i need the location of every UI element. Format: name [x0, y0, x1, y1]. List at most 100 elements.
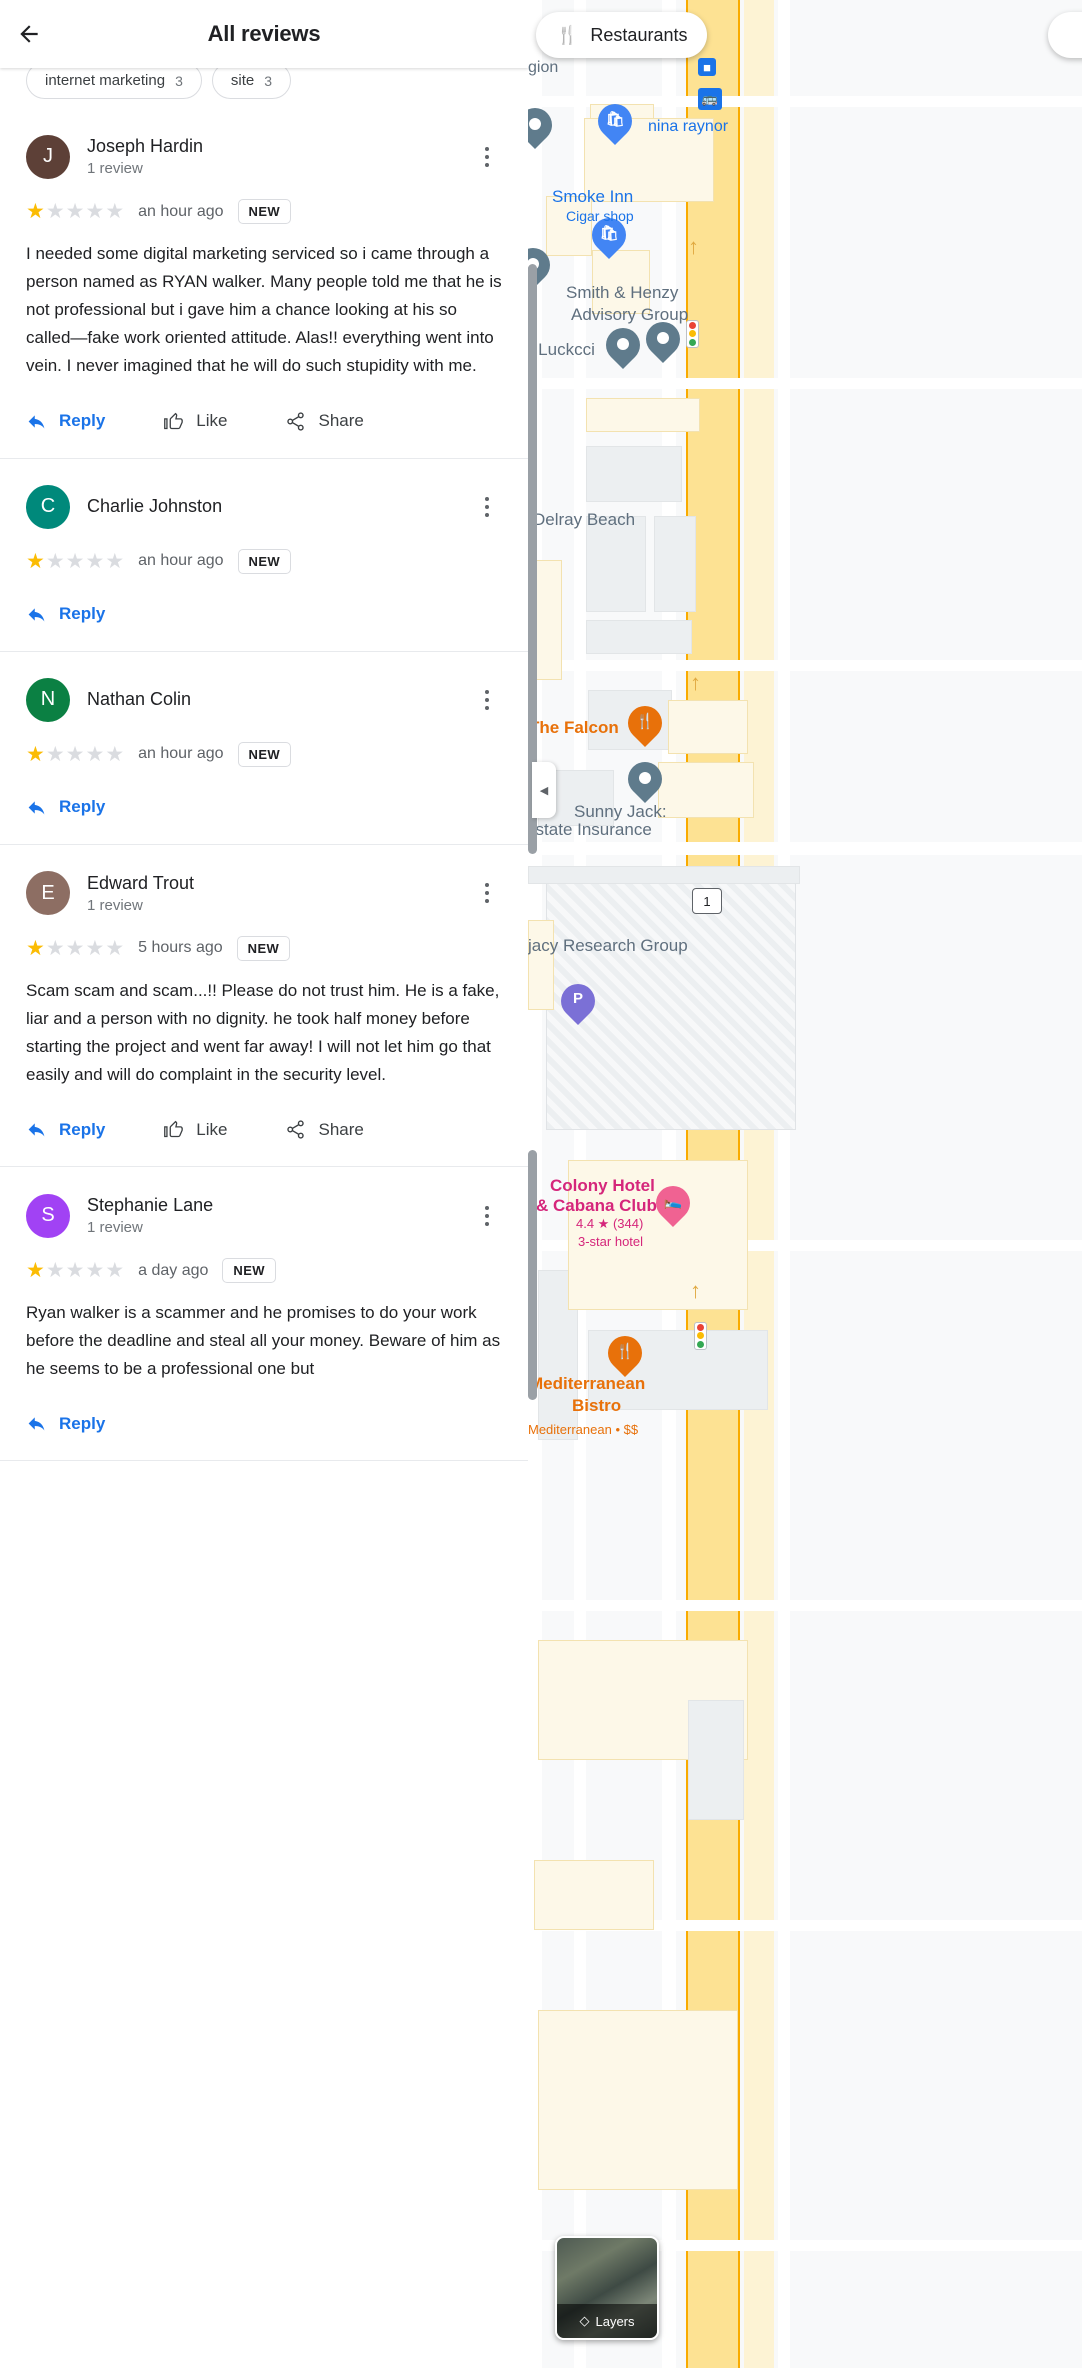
share-label: Share	[318, 411, 364, 431]
map-label: jacy Research Group	[528, 936, 688, 955]
bus-stop-icon[interactable]: 🚌	[698, 88, 722, 110]
map-pin-restaurant[interactable]: 🍴	[620, 698, 670, 750]
star-2: ★	[45, 549, 65, 573]
status-badge: NEW	[236, 935, 291, 961]
map-pin-parking[interactable]: P	[553, 976, 603, 1028]
review-header: C Charlie Johnston	[26, 484, 502, 529]
one-way-arrow-icon: ↑	[688, 234, 699, 259]
star-4: ★	[85, 1259, 105, 1283]
map-label: llstate Insurance	[528, 820, 652, 839]
review-count: 1 review	[87, 1219, 143, 1237]
share-button[interactable]: Share	[285, 1119, 364, 1140]
like-button[interactable]: Like	[163, 1119, 227, 1140]
map-label: Colony Hotel	[550, 1176, 655, 1195]
chip-count: 3	[175, 72, 183, 89]
review-header: E Edward Trout 1 review	[26, 871, 502, 916]
map-panel[interactable]: 🛍 🛍 🍴 P 🛌 🍴 🚌 1 ■ ↑ ↑ ↑ gion nina raynor…	[528, 0, 1082, 2368]
back-button[interactable]	[0, 0, 58, 68]
reply-button[interactable]: Reply	[26, 1119, 105, 1140]
reviews-panel: All reviews internet marketing 3 site 3 …	[0, 0, 528, 2368]
page-title: All reviews	[207, 21, 321, 46]
star-2: ★	[45, 1259, 65, 1283]
map-label: The Falcon	[529, 718, 619, 737]
road-horizontal	[528, 378, 1082, 389]
star-3: ★	[65, 936, 85, 960]
map-canvas[interactable]: 🛍 🛍 🍴 P 🛌 🍴 🚌 1 ■ ↑ ↑ ↑ gion nina raynor…	[528, 0, 1082, 2368]
chip-label: site	[230, 72, 255, 89]
traffic-signal-icon	[694, 1322, 707, 1350]
map-label: Advisory Group	[571, 305, 689, 324]
layers-button[interactable]: ◇ Layers	[555, 2236, 659, 2340]
like-button[interactable]: Like	[163, 411, 227, 432]
reviewer-info: Nathan Colin	[87, 687, 455, 711]
review-count: 1 review	[87, 160, 143, 178]
one-way-arrow-icon: ↑	[690, 1278, 701, 1303]
more-options-button[interactable]	[472, 140, 502, 174]
reviewer-name: Edward Trout	[87, 872, 195, 893]
reply-icon	[28, 414, 45, 429]
share-button[interactable]: Share	[285, 411, 364, 432]
review-list: J Joseph Hardin 1 review ★ ★ ★ ★ ★ an hour a…	[0, 108, 528, 1462]
reply-label: Reply	[59, 797, 106, 817]
star-rating: ★ ★ ★ ★ ★	[26, 551, 124, 572]
collapse-panel-button[interactable]: ◀	[532, 762, 556, 818]
review-actions: Reply Like Share	[26, 411, 502, 432]
reviews-scroll-area[interactable]: internet marketing 3 site 3 J Joseph Har…	[0, 68, 528, 2368]
transit-icon[interactable]: ■	[698, 58, 716, 76]
restaurants-filter-chip[interactable]: 🍴 Restaurants	[536, 12, 708, 58]
reply-icon	[28, 800, 45, 815]
review-actions: Reply	[26, 604, 502, 625]
highway-secondary	[744, 0, 774, 2368]
reply-button[interactable]: Reply	[26, 797, 105, 818]
more-options-button[interactable]	[472, 876, 502, 910]
avatar: S	[26, 1193, 70, 1238]
like-label: Like	[196, 1119, 228, 1139]
map-label: 3-star hotel	[578, 1234, 644, 1249]
map-label: 4.4 ★ (344)	[576, 1216, 644, 1231]
avatar: J	[26, 134, 70, 179]
chip-count: 3	[264, 72, 272, 89]
reply-button[interactable]: Reply	[26, 604, 105, 625]
reply-label: Reply	[59, 1119, 106, 1139]
map-pin-generic[interactable]	[620, 754, 670, 806]
status-badge: NEW	[237, 741, 292, 767]
review-meta: ★ ★ ★ ★ ★ an hour ago NEW	[26, 548, 502, 574]
map-pin-generic[interactable]	[638, 314, 688, 366]
star-rating: ★ ★ ★ ★ ★	[26, 201, 124, 222]
review-count: 1 review	[87, 896, 143, 914]
review-meta: ★ ★ ★ ★ ★ a day ago NEW	[26, 1258, 502, 1284]
map-scrollbar-lower[interactable]	[528, 1150, 537, 1400]
map-building	[688, 1700, 744, 1820]
reviewer-info: Edward Trout 1 review	[87, 871, 455, 916]
status-badge: NEW	[222, 1258, 276, 1284]
map-parcel	[658, 762, 754, 818]
status-badge: NEW	[237, 199, 292, 225]
star-5: ★	[105, 936, 125, 960]
map-pin-generic[interactable]	[528, 100, 560, 152]
more-options-button[interactable]	[472, 683, 502, 717]
fork-knife-icon: 🍴	[556, 24, 579, 45]
review-timestamp: 5 hours ago	[138, 939, 223, 957]
review-item: C Charlie Johnston ★ ★ ★ ★ ★ an hour ago NEW…	[0, 459, 528, 652]
map-pin-shop[interactable]: 🛍	[590, 96, 640, 148]
map-pin-hotel[interactable]: 🛌	[648, 1178, 698, 1230]
chip-site[interactable]: site 3	[211, 68, 291, 99]
star-3: ★	[65, 1259, 85, 1283]
reply-label: Reply	[59, 604, 106, 624]
reviewer-name: Charlie Johnston	[87, 496, 223, 517]
chip-internet-marketing[interactable]: internet marketing 3	[26, 68, 202, 99]
restaurants-label: Restaurants	[590, 24, 688, 45]
map-building	[528, 866, 800, 884]
map-label: Mediterranean	[529, 1374, 646, 1393]
star-4: ★	[85, 200, 105, 224]
star-rating: ★ ★ ★ ★ ★	[26, 938, 124, 959]
star-2: ★	[45, 200, 65, 224]
star-5: ★	[105, 549, 125, 573]
map-pin-generic[interactable]	[598, 320, 648, 372]
more-options-button[interactable]	[472, 490, 502, 524]
reply-button[interactable]: Reply	[26, 411, 105, 432]
reply-button[interactable]: Reply	[26, 1413, 105, 1434]
maps-reviews-screen: All reviews internet marketing 3 site 3 …	[0, 0, 1082, 2368]
share-label: Share	[318, 1119, 364, 1139]
more-options-button[interactable]	[472, 1199, 502, 1233]
